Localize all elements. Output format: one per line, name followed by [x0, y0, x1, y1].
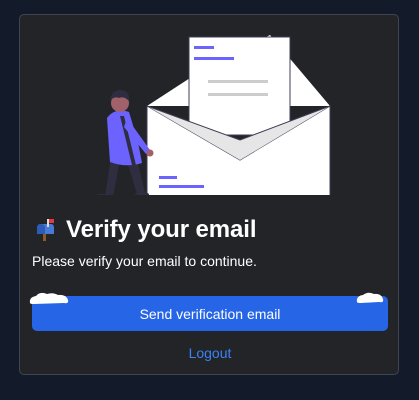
verify-email-card: Verify your email Please verify your ema… [19, 14, 399, 375]
letter-line [194, 46, 214, 49]
logout-link[interactable]: Logout [20, 345, 400, 361]
title-row: Verify your email [34, 216, 257, 244]
letter-line [208, 80, 268, 83]
snow-cap-decoration [29, 292, 69, 304]
envelope-line [159, 185, 204, 188]
letter-paper [188, 36, 291, 136]
envelope-line [159, 176, 177, 179]
letter-line [194, 57, 234, 60]
snow-cap-decoration [356, 292, 384, 303]
mailbox-icon [37, 219, 54, 241]
verify-message: Please verify your email to continue. [32, 253, 257, 269]
letter-line [208, 93, 268, 96]
envelope-illustration [97, 35, 331, 195]
page-title: Verify your email [66, 216, 257, 243]
send-verification-button[interactable]: Send verification email [32, 296, 388, 331]
person-figure [97, 90, 154, 195]
